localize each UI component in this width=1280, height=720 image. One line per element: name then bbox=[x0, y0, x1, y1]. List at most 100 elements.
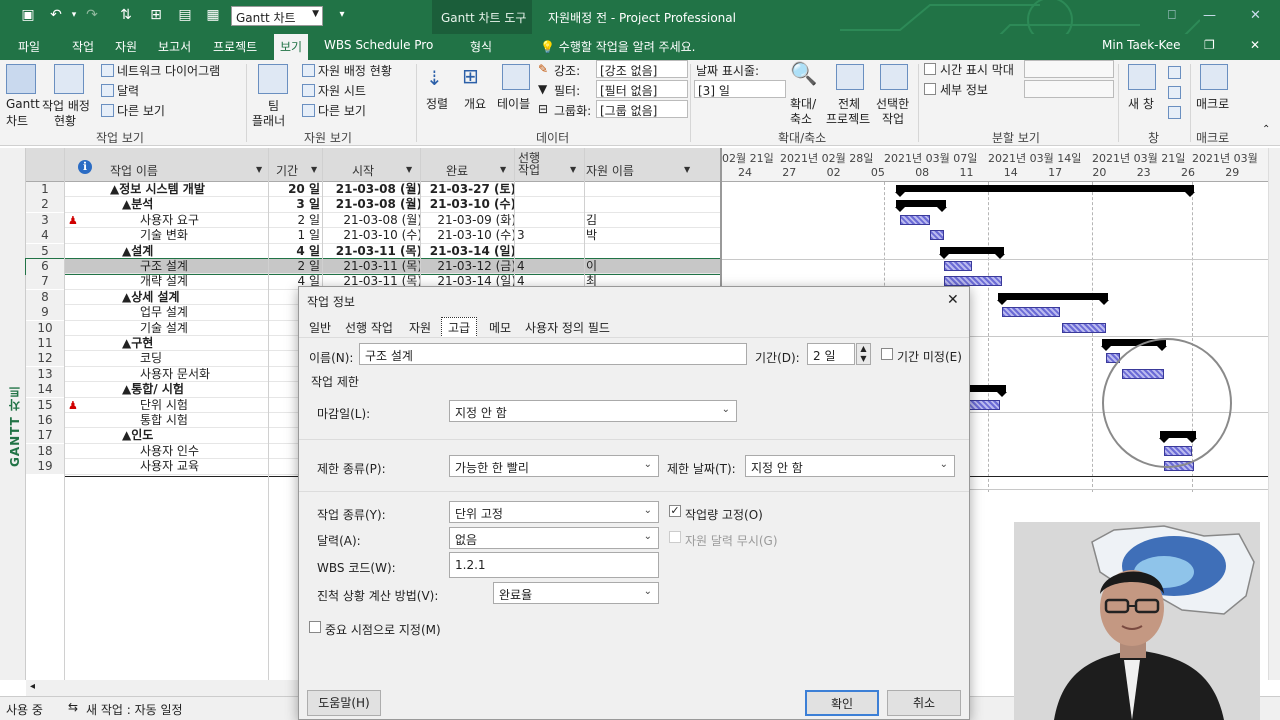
task-name-cell[interactable]: 기술 설계 bbox=[140, 321, 268, 336]
undo-dropdown-icon[interactable]: ▾ bbox=[66, 7, 82, 23]
duration-cell[interactable]: 20 일 bbox=[270, 182, 320, 197]
chevron-down-icon[interactable]: ▼ bbox=[311, 165, 317, 174]
row-number[interactable]: 6 bbox=[26, 259, 64, 274]
column-predecessors[interactable]: 선행 작업 bbox=[518, 152, 548, 176]
summary-bar[interactable] bbox=[895, 185, 1195, 197]
tab-advanced[interactable]: 고급 bbox=[441, 317, 478, 338]
predecessors-cell[interactable]: 4 bbox=[517, 259, 577, 274]
finish-cell[interactable]: 21-03-12 (금) bbox=[422, 259, 516, 274]
task-type-select[interactable]: 단위 고정 ⌄ bbox=[449, 501, 659, 523]
tab-custom-fields[interactable]: 사용자 정의 필드 bbox=[525, 319, 610, 336]
row-number[interactable]: 1 bbox=[26, 182, 64, 197]
sort-icon[interactable]: ⇣ bbox=[426, 66, 443, 90]
row-number[interactable]: 11 bbox=[26, 336, 64, 351]
summary-bar[interactable] bbox=[939, 246, 1005, 259]
chevron-down-icon[interactable]: ▼ bbox=[500, 165, 506, 174]
summary-bar[interactable] bbox=[997, 292, 1109, 305]
other-task-views-button[interactable]: 다른 보기 bbox=[117, 102, 165, 119]
close-window-icon[interactable]: ✕ bbox=[1250, 38, 1260, 52]
task-name-cell[interactable]: 사용자 문서화 bbox=[140, 367, 268, 382]
row-number[interactable]: 2 bbox=[26, 197, 64, 213]
tab-file[interactable]: 파일 bbox=[18, 38, 40, 55]
finish-cell[interactable]: 21-03-09 (화) bbox=[422, 213, 516, 228]
constraint-date-select[interactable]: 지정 안 함 ⌄ bbox=[745, 455, 955, 477]
vertical-scrollbar[interactable] bbox=[1268, 148, 1280, 680]
duration-cell[interactable]: 2 일 bbox=[270, 259, 321, 274]
deadline-select[interactable]: 지정 안 함 ⌄ bbox=[449, 400, 737, 422]
outline-button[interactable]: 개요 bbox=[464, 95, 486, 112]
chevron-down-icon[interactable]: ▼ bbox=[256, 165, 262, 174]
task-bar[interactable] bbox=[944, 261, 972, 271]
undo-icon[interactable]: ↶ bbox=[48, 7, 64, 23]
calendar-select[interactable]: 없음 ⌄ bbox=[449, 527, 659, 549]
row-number[interactable]: 10 bbox=[26, 320, 64, 336]
calendar-button[interactable]: 달력 bbox=[117, 82, 139, 99]
task-name-cell[interactable]: ▲정보 시스템 개발 bbox=[110, 182, 268, 197]
task-name-cell[interactable]: 단위 시험 bbox=[140, 398, 268, 413]
task-name-cell[interactable]: 기술 변화 bbox=[140, 228, 268, 243]
macros-icon[interactable] bbox=[1200, 64, 1228, 90]
finish-cell[interactable]: 21-03-10 (수) bbox=[422, 228, 516, 243]
gantt-chart-button[interactable]: Gantt bbox=[6, 97, 40, 111]
start-cell[interactable]: 21-03-11 (목) bbox=[326, 259, 422, 274]
row-number[interactable]: 13 bbox=[26, 366, 64, 382]
filter-select[interactable]: [필터 없음] bbox=[596, 80, 688, 98]
row-number[interactable]: 7 bbox=[26, 274, 64, 290]
chevron-down-icon[interactable]: ▼ bbox=[684, 165, 690, 174]
task-name-cell[interactable]: 코딩 bbox=[140, 351, 268, 366]
resource-cell[interactable]: 이 bbox=[586, 259, 686, 274]
duration-cell[interactable]: 4 일 bbox=[270, 244, 320, 259]
row-number[interactable]: 14 bbox=[26, 382, 64, 398]
info-icon[interactable]: ℹ bbox=[78, 160, 92, 174]
save-icon[interactable]: ▣ bbox=[20, 7, 36, 23]
row-number[interactable]: 18 bbox=[26, 443, 64, 459]
milestone-checkbox[interactable] bbox=[309, 621, 321, 633]
row-number[interactable]: 12 bbox=[26, 351, 64, 367]
duration-cell[interactable]: 2 일 bbox=[270, 213, 321, 228]
grid-icon[interactable]: ▦ bbox=[205, 7, 221, 23]
effort-driven-checkbox[interactable]: ✓ bbox=[669, 505, 681, 517]
network-diagram-button[interactable]: 네트워크 다이어그램 bbox=[117, 62, 220, 79]
start-cell[interactable]: 21-03-08 (월) bbox=[326, 182, 422, 197]
new-task-mode[interactable]: 새 작업 : 자동 일정 bbox=[86, 701, 183, 718]
chevron-down-icon[interactable]: ▼ bbox=[406, 165, 412, 174]
row-number[interactable]: 9 bbox=[26, 305, 64, 321]
switch-windows-icon[interactable] bbox=[1168, 66, 1181, 79]
other-resource-views-button[interactable]: 다른 보기 bbox=[318, 102, 366, 119]
tab-view[interactable]: 보기 bbox=[274, 34, 309, 60]
summary-bar[interactable] bbox=[895, 200, 947, 213]
tab-notes[interactable]: 메모 bbox=[489, 319, 511, 336]
new-window-icon[interactable] bbox=[1128, 64, 1156, 90]
duration-cell[interactable]: 1 일 bbox=[270, 228, 321, 243]
table-row[interactable]: 4 기술 변화 1 일 21-03-10 (수) 21-03-10 (수) 3 박 bbox=[26, 228, 720, 244]
outline-icon[interactable]: ⇅ bbox=[118, 7, 134, 23]
tab-general[interactable]: 일반 bbox=[309, 319, 331, 336]
minimize-icon[interactable]: — bbox=[1203, 8, 1216, 23]
earned-value-select[interactable]: 완료율 ⌄ bbox=[493, 582, 659, 604]
task-name-field[interactable]: 구조 설계 bbox=[359, 343, 747, 365]
task-usage-icon[interactable] bbox=[54, 64, 84, 94]
task-name-cell[interactable]: ▲통합/ 시험 bbox=[122, 382, 268, 397]
scroll-left-icon[interactable]: ◂ bbox=[30, 681, 35, 692]
tab-resource[interactable]: 자원 bbox=[115, 38, 137, 55]
hierarchy-icon[interactable]: ⊞ bbox=[148, 7, 164, 23]
table-icon[interactable]: ▤ bbox=[177, 7, 193, 23]
redo-icon[interactable]: ↷ bbox=[84, 7, 100, 23]
task-bar[interactable] bbox=[900, 214, 930, 225]
table-row[interactable]: 1 ▲정보 시스템 개발 20 일 21-03-08 (월) 21-03-27 (토) bbox=[26, 182, 720, 198]
details-checkbox[interactable] bbox=[924, 83, 936, 95]
task-bar[interactable] bbox=[966, 399, 1000, 410]
start-cell[interactable]: 21-03-11 (목) bbox=[326, 244, 422, 259]
arrange-all-icon[interactable] bbox=[1168, 86, 1181, 99]
task-bar[interactable] bbox=[930, 230, 944, 241]
highlight-select[interactable]: [강조 없음] bbox=[596, 60, 688, 78]
macros-button[interactable]: 매크로 bbox=[1196, 95, 1229, 112]
finish-cell[interactable]: 21-03-14 (일) bbox=[422, 244, 516, 259]
timeline-checkbox[interactable] bbox=[924, 63, 936, 75]
start-cell[interactable]: 21-03-08 (월) bbox=[326, 213, 422, 228]
constraint-type-select[interactable]: 가능한 한 빨리 ⌄ bbox=[449, 455, 659, 477]
entire-project-icon[interactable] bbox=[836, 64, 864, 90]
task-name-cell[interactable]: 업무 설계 bbox=[140, 305, 268, 320]
duration-cell[interactable]: 3 일 bbox=[270, 197, 320, 212]
task-name-cell[interactable]: 사용자 교육 bbox=[140, 459, 268, 474]
